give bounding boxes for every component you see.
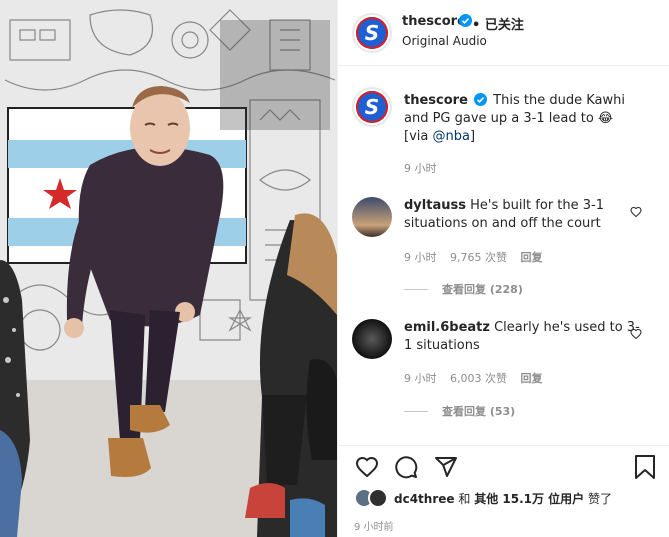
comment-meta: 9 小时 6,003 次赞 回复 <box>404 370 553 386</box>
comment-likes[interactable]: 9,765 次赞 <box>450 251 507 264</box>
comment-username[interactable]: emil.6beatz <box>404 320 490 335</box>
author-avatar[interactable]: S <box>352 13 392 53</box>
post-video[interactable] <box>0 0 337 537</box>
reply-button[interactable]: 回复 <box>521 251 543 264</box>
likes-connector: 和 <box>458 491 471 506</box>
comment-text-block: dyltauss He's built for the 3-1 situatio… <box>404 197 644 233</box>
share-icon[interactable] <box>434 455 458 479</box>
caption-time[interactable]: 9 小时 <box>404 162 437 175</box>
view-replies-label: 查看回复 (228) <box>442 283 523 296</box>
comment-username[interactable]: dyltauss <box>404 198 466 213</box>
comment-meta: 9 小时 9,765 次赞 回复 <box>404 249 553 265</box>
caption-avatar[interactable]: S <box>352 87 392 127</box>
commenter-avatar[interactable] <box>352 319 392 359</box>
view-replies-label: 查看回复 (53) <box>442 405 516 418</box>
author-username[interactable]: thescore <box>402 14 466 29</box>
caption-text-block: thescore This the dude Kawhi and PG gave… <box>404 92 644 146</box>
view-replies-button[interactable]: 查看回复 (53) <box>404 403 515 419</box>
replies-divider <box>404 288 428 290</box>
post-timestamp[interactable]: 9 小时前 <box>354 518 394 533</box>
heart-icon[interactable] <box>630 206 642 218</box>
follow-status[interactable]: • 已关注 <box>472 14 524 33</box>
post-header: S thescore • 已关注 Original Audio <box>338 0 669 66</box>
caption-username[interactable]: thescore <box>404 93 468 108</box>
caption-mention[interactable]: @nba <box>432 129 469 144</box>
likes-text: dc4three 和 其他 15.1万 位用户 赞了 <box>394 490 612 507</box>
view-replies-button[interactable]: 查看回复 (228) <box>404 281 523 297</box>
video-frame <box>0 0 337 537</box>
liker-username[interactable]: dc4three <box>394 492 455 506</box>
comment-likes[interactable]: 6,003 次赞 <box>450 372 507 385</box>
verified-icon <box>474 93 488 106</box>
verified-icon <box>459 14 472 27</box>
thescore-logo: S <box>356 17 388 49</box>
replies-divider <box>404 410 428 412</box>
thescore-logo: S <box>356 91 388 123</box>
comment-time[interactable]: 9 小时 <box>404 372 437 385</box>
likes-summary: dc4three 和 其他 15.1万 位用户 赞了 <box>354 488 612 508</box>
caption-via-prefix: [via <box>404 129 433 144</box>
bookmark-icon[interactable] <box>634 455 656 479</box>
commenter-avatar[interactable] <box>352 197 392 237</box>
comment-time[interactable]: 9 小时 <box>404 251 437 264</box>
post-actions: dc4three 和 其他 15.1万 位用户 赞了 9 小时前 <box>338 445 669 537</box>
audio-label[interactable]: Original Audio <box>402 34 487 48</box>
likes-suffix: 赞了 <box>588 491 613 506</box>
caption-via-suffix: ] <box>469 129 476 144</box>
caption-meta: 9 小时 <box>404 160 447 176</box>
reply-button[interactable]: 回复 <box>521 372 543 385</box>
comments-list: S thescore This the dude Kawhi and PG ga… <box>338 67 669 445</box>
comment-text-block: emil.6beatz Clearly he's used to 3-1 sit… <box>404 319 644 355</box>
post-sidebar: S thescore • 已关注 Original Audio S thesco… <box>337 0 669 537</box>
heart-icon[interactable] <box>630 328 642 340</box>
liker-avatar[interactable] <box>368 488 388 508</box>
likes-others[interactable]: 其他 15.1万 位用户 <box>474 492 584 506</box>
heart-icon[interactable] <box>354 455 380 479</box>
comment-icon[interactable] <box>394 455 418 479</box>
